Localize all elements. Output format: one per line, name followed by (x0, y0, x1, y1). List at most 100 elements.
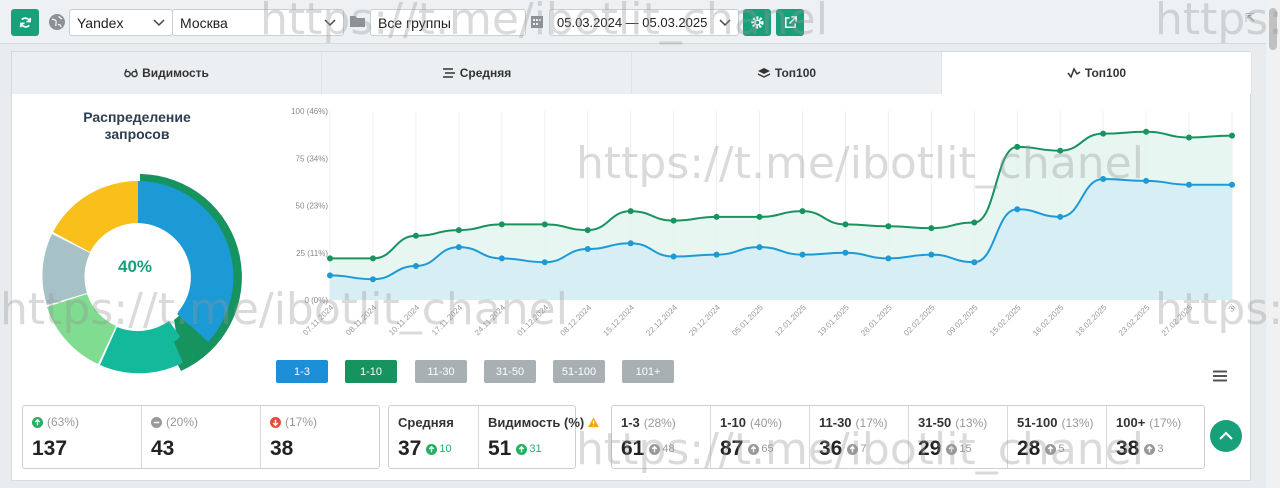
stat-delta: 5 (1058, 443, 1065, 455)
data-point (1186, 181, 1193, 188)
data-point (713, 213, 720, 220)
engine-select[interactable]: Yandex (69, 9, 173, 36)
data-point (756, 244, 763, 251)
stat-value: 43 (151, 437, 175, 460)
distribution-center-label: 40% (117, 257, 153, 276)
chevron-down-icon (153, 19, 165, 27)
stat-average-position: Средняя 37 10 (389, 406, 479, 468)
region-select[interactable]: Москва (172, 9, 344, 36)
data-point (584, 245, 591, 252)
chevron-up-icon (1219, 431, 1233, 440)
stat-value: 38 (1116, 437, 1140, 460)
stat-label: 11-30 (819, 415, 852, 430)
data-point (369, 255, 376, 262)
pin-icon[interactable]: ⇱ (1245, 11, 1257, 25)
stat-label: 1-3 (621, 415, 640, 430)
pulse-icon (1067, 67, 1081, 79)
chevron-down-icon (719, 19, 731, 27)
arrow-up-circle-icon (748, 443, 760, 455)
stat-pct: (13%) (955, 415, 988, 430)
stat-range: 100+ (17%) 38 3 (1107, 406, 1204, 468)
stat-delta: 48 (662, 443, 675, 455)
scrollbar-thumb[interactable] (1269, 8, 1277, 50)
stat-down: (17%) 38 (261, 406, 379, 468)
data-point (1100, 176, 1107, 183)
groups-select[interactable]: Все группы (370, 9, 526, 36)
stat-value: 61 (621, 437, 645, 460)
stat-label: 31-50 (918, 415, 952, 430)
data-point (842, 221, 849, 228)
data-point (412, 262, 419, 269)
stat-pct: (17%) (1149, 415, 1182, 430)
data-point (498, 255, 505, 262)
folder-icon (350, 16, 365, 27)
data-point (842, 249, 849, 256)
stat-pct: (13%) (1061, 415, 1094, 430)
x-tick-label: 29.12.2024 (687, 303, 722, 338)
data-point (971, 219, 978, 226)
stat-delta: 15 (959, 443, 972, 455)
stat-delta: 65 (761, 443, 774, 455)
date-range-select[interactable]: 05.03.2024 — 05.03.2025 (549, 9, 739, 36)
stat-range: 1-3 (28%) 61 48 (612, 406, 711, 468)
data-point (928, 225, 935, 232)
data-point (541, 221, 548, 228)
data-point (799, 208, 806, 215)
tab-top100-dynamics[interactable]: Топ100 (942, 52, 1252, 94)
x-tick-label: 08.12.2024 (558, 303, 593, 338)
arrow-up-circle-icon (516, 443, 528, 455)
page-scrollbar[interactable] (1266, 0, 1280, 488)
stat-value: 87 (720, 437, 744, 460)
settings-button[interactable] (743, 9, 771, 36)
external-link-icon (784, 16, 797, 28)
x-tick-label: 02.02.2025 (902, 303, 937, 338)
tab-visibility[interactable]: Видимость (12, 52, 322, 94)
range-button-1-10[interactable]: 1-10 (345, 360, 397, 383)
arrow-up-circle-icon (1045, 443, 1057, 455)
x-tick-label: 22.12.2024 (644, 303, 679, 338)
data-point (885, 223, 892, 230)
arrow-up-circle-icon (847, 443, 859, 455)
data-point (1186, 134, 1193, 141)
range-button-101-plus[interactable]: 101+ (622, 360, 674, 383)
tab-top100-layers[interactable]: Топ100 (632, 52, 942, 94)
stat-label: 51-100 (1017, 415, 1058, 430)
range-button-51-100[interactable]: 51-100 (553, 360, 605, 383)
x-tick-label: 17.11.2024 (430, 303, 465, 338)
data-point (369, 276, 376, 283)
warning-icon[interactable] (588, 417, 600, 428)
scroll-to-top-button[interactable] (1210, 420, 1242, 452)
data-point (327, 272, 333, 279)
x-tick-label: 26.01.2025 (859, 303, 894, 338)
stat-label: 100+ (1116, 415, 1146, 430)
range-button-31-50[interactable]: 31-50 (484, 360, 536, 383)
stat-delta: 3 (1157, 443, 1164, 455)
range-button-1-3[interactable]: 1-3 (276, 360, 328, 383)
data-point (885, 255, 892, 262)
data-point (1014, 206, 1021, 213)
y-tick-label: 25 (11%) (296, 249, 328, 258)
stat-label: Видимость (%) (488, 415, 585, 430)
data-point (327, 255, 333, 262)
x-tick-label: 16.02.2025 (1031, 303, 1066, 338)
export-button[interactable] (776, 9, 804, 36)
x-tick-label: 24.11.2024 (473, 303, 508, 338)
stat-pct: (28%) (643, 415, 676, 430)
tab-average[interactable]: Средняя (322, 52, 632, 94)
gear-icon (750, 16, 764, 29)
range-button-11-30[interactable]: 11-30 (415, 360, 467, 383)
x-tick-label: 23.02.2025 (1117, 303, 1152, 338)
x-tick-label: 19.01.2025 (816, 303, 851, 338)
lines-icon (442, 68, 455, 78)
data-point (1014, 143, 1021, 150)
stat-pct: (40%) (750, 415, 783, 430)
x-tick-label: 15.12.2024 (601, 303, 636, 338)
engine-select-value: Yandex (77, 14, 124, 31)
refresh-button[interactable] (11, 9, 39, 36)
arrow-down-circle-icon (270, 416, 281, 428)
x-tick-label: 18.02.2025 (1074, 303, 1109, 338)
stat-delta: 7 (860, 443, 867, 455)
chart-menu-icon[interactable] (1213, 370, 1227, 382)
stat-up: (63%) 137 (23, 406, 142, 468)
tab-label: Топ100 (1084, 66, 1127, 80)
